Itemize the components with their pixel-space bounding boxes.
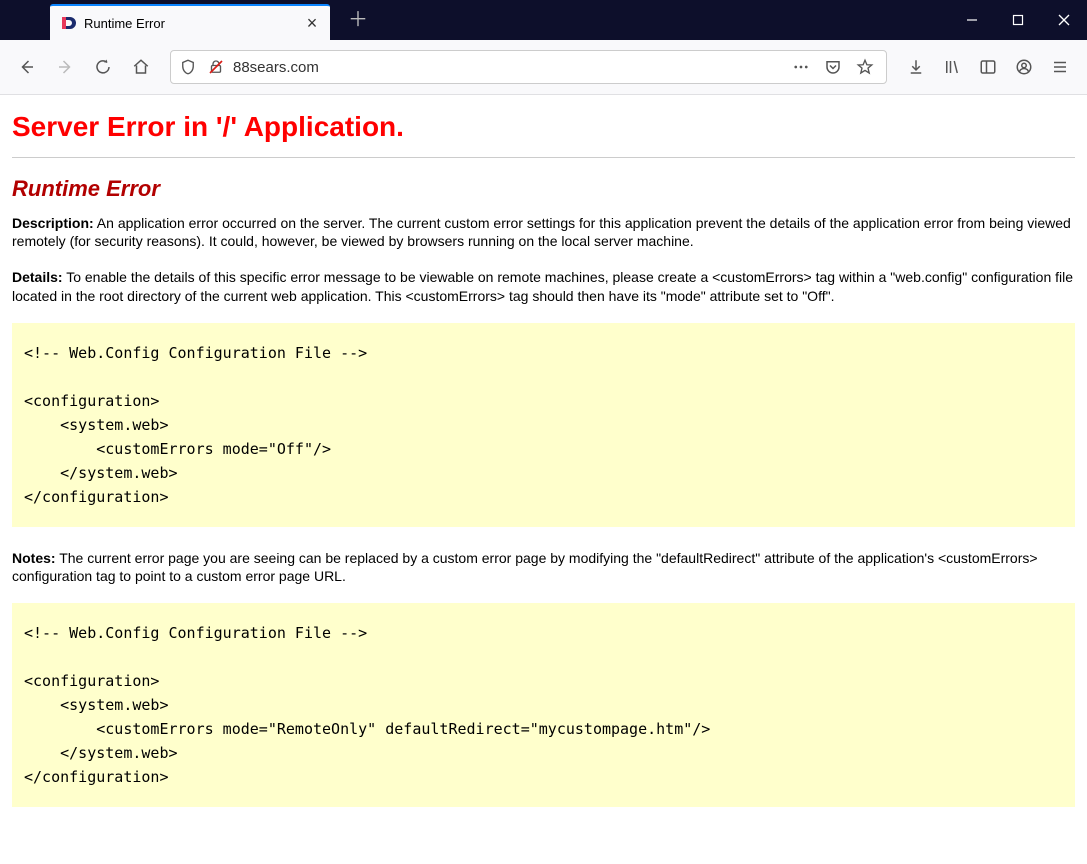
page-subtitle: Runtime Error	[12, 176, 1075, 202]
address-bar[interactable]: 88sears.com	[170, 50, 887, 84]
page-content: Server Error in '/' Application. Runtime…	[0, 95, 1087, 864]
browser-titlebar: Runtime Error × ＋	[0, 0, 1087, 40]
window-minimize-button[interactable]	[949, 0, 995, 40]
description-label: Description:	[12, 215, 94, 231]
divider	[12, 157, 1075, 158]
tab-close-button[interactable]: ×	[302, 13, 322, 33]
page-title: Server Error in '/' Application.	[12, 111, 1075, 143]
notes-label: Notes:	[12, 550, 56, 566]
description-text: An application error occurred on the ser…	[12, 215, 1071, 249]
bookmark-star-icon[interactable]	[850, 52, 880, 82]
notes-paragraph: Notes: The current error page you are se…	[12, 549, 1075, 585]
toolbar-right-icons	[899, 50, 1077, 84]
code-sample-2: <!-- Web.Config Configuration File --> <…	[12, 603, 1075, 807]
window-maximize-button[interactable]	[995, 0, 1041, 40]
details-label: Details:	[12, 269, 63, 285]
forward-button	[48, 50, 82, 84]
description-paragraph: Description: An application error occurr…	[12, 214, 1075, 250]
tab-title: Runtime Error	[84, 16, 294, 31]
page-actions-icon[interactable]	[786, 52, 816, 82]
account-icon[interactable]	[1007, 50, 1041, 84]
url-text[interactable]: 88sears.com	[233, 59, 780, 76]
insecure-connection-icon[interactable]	[205, 58, 227, 76]
tab-favicon-icon	[60, 15, 76, 31]
downloads-icon[interactable]	[899, 50, 933, 84]
back-button[interactable]	[10, 50, 44, 84]
browser-toolbar: 88sears.com	[0, 40, 1087, 95]
library-icon[interactable]	[935, 50, 969, 84]
tracking-shield-icon[interactable]	[177, 58, 199, 76]
details-text: To enable the details of this specific e…	[12, 269, 1073, 303]
code-sample-1: <!-- Web.Config Configuration File --> <…	[12, 323, 1075, 527]
browser-tab-active[interactable]: Runtime Error ×	[50, 4, 330, 40]
details-paragraph: Details: To enable the details of this s…	[12, 268, 1075, 304]
app-menu-icon[interactable]	[1043, 50, 1077, 84]
notes-text: The current error page you are seeing ca…	[12, 550, 1038, 584]
window-close-button[interactable]	[1041, 0, 1087, 40]
reload-button[interactable]	[86, 50, 120, 84]
sidebar-icon[interactable]	[971, 50, 1005, 84]
new-tab-button[interactable]: ＋	[342, 4, 374, 36]
window-controls	[949, 0, 1087, 40]
home-button[interactable]	[124, 50, 158, 84]
pocket-icon[interactable]	[818, 52, 848, 82]
